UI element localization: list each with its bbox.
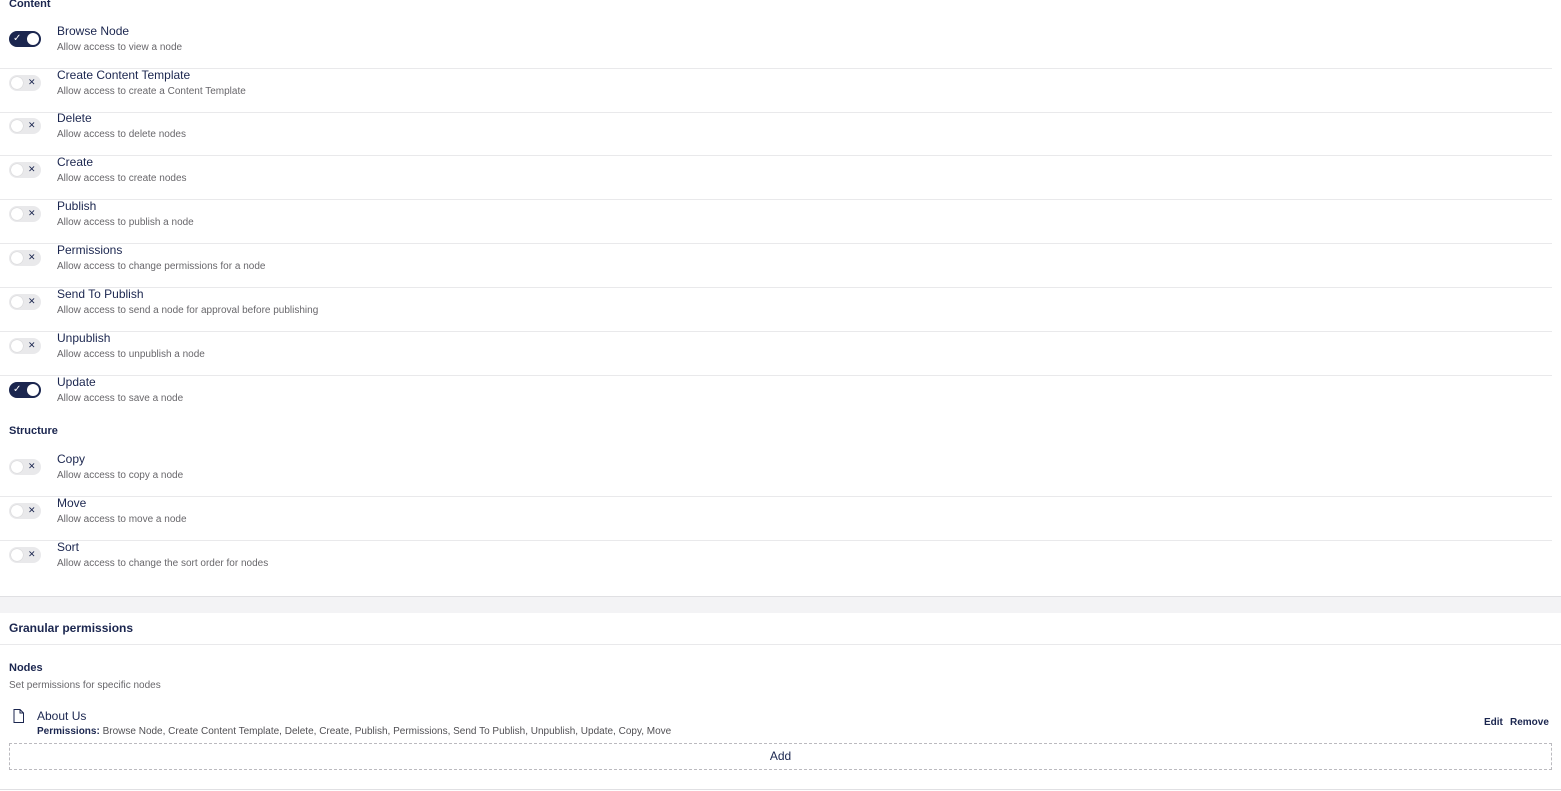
permission-name: Sort (57, 540, 80, 554)
permission-description: Allow access to change the sort order fo… (57, 558, 269, 569)
remove-node-button[interactable]: Remove (1510, 717, 1549, 728)
permission-name: Send To Publish (57, 287, 144, 301)
nodes-title: Nodes (9, 662, 43, 674)
permission-row-create: ✕ Create Allow access to create nodes (0, 155, 1552, 200)
check-icon: ✓ (13, 384, 22, 395)
cross-icon: ✕ (28, 78, 36, 88)
cross-icon: ✕ (28, 506, 36, 516)
permission-row-move: ✕ Move Allow access to move a node (0, 496, 1552, 541)
permission-name: Update (57, 375, 96, 389)
permission-name: Unpublish (57, 331, 111, 345)
toggle-sort[interactable]: ✕ (9, 547, 41, 563)
permission-row-delete: ✕ Delete Allow access to delete nodes (0, 111, 1552, 156)
toggle-publish[interactable]: ✕ (9, 206, 41, 222)
toggle-copy[interactable]: ✕ (9, 459, 41, 475)
permission-name: Copy (57, 452, 86, 466)
permission-name: Create (57, 155, 94, 169)
toggle-create-content-template[interactable]: ✕ (9, 75, 41, 91)
nodes-description: Set permissions for specific nodes (9, 680, 161, 691)
permission-description: Allow access to unpublish a node (57, 349, 205, 360)
permission-description: Allow access to view a node (57, 42, 183, 53)
permission-description: Allow access to publish a node (57, 217, 194, 228)
node-permissions-summary: Permissions: Browse Node, Create Content… (37, 726, 671, 737)
cross-icon: ✕ (28, 253, 36, 263)
permission-name: Move (57, 496, 87, 510)
permission-row-create-content-template: ✕ Create Content Template Allow access t… (0, 68, 1552, 113)
permission-row-permissions: ✕ Permissions Allow access to change per… (0, 243, 1552, 288)
permission-row-update: ✓ Update Allow access to save a node (0, 375, 1552, 419)
permission-description: Allow access to change permissions for a… (57, 261, 266, 272)
permission-description: Allow access to send a node for approval… (57, 305, 319, 316)
toggle-delete[interactable]: ✕ (9, 118, 41, 134)
permissions-page: Content ✓ Browse Node Allow access to vi… (0, 0, 1561, 791)
toggle-move[interactable]: ✕ (9, 503, 41, 519)
edit-node-button[interactable]: Edit (1484, 717, 1503, 728)
document-icon (13, 709, 24, 723)
cross-icon: ✕ (28, 297, 36, 307)
permission-description: Allow access to delete nodes (57, 129, 186, 140)
group-title-content: Content (9, 0, 51, 10)
toggle-update[interactable]: ✓ (9, 382, 41, 398)
node-permissions-value: Browse Node, Create Content Template, De… (102, 726, 672, 737)
cross-icon: ✕ (28, 165, 36, 175)
toggle-create[interactable]: ✕ (9, 162, 41, 178)
node-permissions-label: Permissions: (37, 726, 100, 737)
node-name: About Us (37, 709, 87, 723)
toggle-send-to-publish[interactable]: ✕ (9, 294, 41, 310)
bottom-divider (0, 789, 1561, 790)
check-icon: ✓ (13, 33, 22, 44)
permission-description: Allow access to create a Content Templat… (57, 86, 246, 97)
section-divider (0, 596, 1561, 613)
cross-icon: ✕ (28, 462, 36, 472)
cross-icon: ✕ (28, 209, 36, 219)
toggle-permissions[interactable]: ✕ (9, 250, 41, 266)
toggle-browse-node[interactable]: ✓ (9, 31, 41, 47)
permission-row-send-to-publish: ✕ Send To Publish Allow access to send a… (0, 287, 1552, 332)
permission-name: Publish (57, 199, 97, 213)
permission-name: Permissions (57, 243, 123, 257)
toggle-unpublish[interactable]: ✕ (9, 338, 41, 354)
permission-row-publish: ✕ Publish Allow access to publish a node (0, 199, 1552, 244)
cross-icon: ✕ (28, 550, 36, 560)
default-permissions-panel: Content ✓ Browse Node Allow access to vi… (0, 0, 1561, 596)
permission-row-unpublish: ✕ Unpublish Allow access to unpublish a … (0, 331, 1552, 376)
cross-icon: ✕ (28, 341, 36, 351)
permission-name: Delete (57, 111, 92, 125)
permission-name: Browse Node (57, 24, 130, 38)
permission-row-browse-node: ✓ Browse Node Allow access to view a nod… (0, 24, 1552, 69)
permission-name: Create Content Template (57, 68, 191, 82)
add-node-button[interactable]: Add (9, 743, 1552, 770)
permission-description: Allow access to move a node (57, 514, 187, 525)
permission-description: Allow access to create nodes (57, 173, 187, 184)
granular-permissions-title: Granular permissions (9, 621, 134, 635)
permission-row-copy: ✕ Copy Allow access to copy a node (0, 452, 1552, 497)
group-title-structure: Structure (9, 425, 58, 437)
permission-description: Allow access to copy a node (57, 470, 184, 481)
permission-row-sort: ✕ Sort Allow access to change the sort o… (0, 540, 1552, 584)
granular-header-divider (0, 644, 1561, 645)
cross-icon: ✕ (28, 121, 36, 131)
permission-description: Allow access to save a node (57, 393, 184, 404)
